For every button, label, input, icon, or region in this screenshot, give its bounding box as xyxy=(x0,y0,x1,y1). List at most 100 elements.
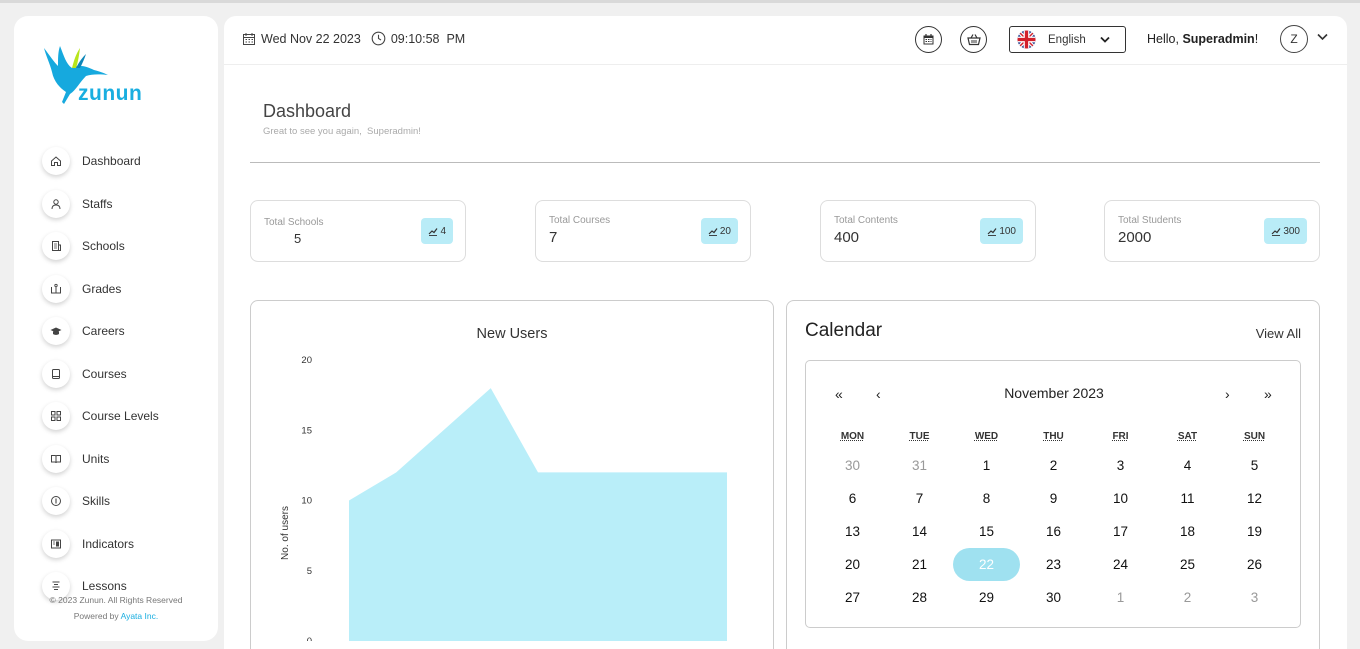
trend-up-icon xyxy=(1271,227,1281,236)
grid-icon xyxy=(42,402,70,431)
user-icon xyxy=(42,189,70,218)
calendar-day[interactable]: 26 xyxy=(1221,548,1288,581)
calendar-day[interactable]: 1 xyxy=(953,449,1020,482)
stat-badge-value: 300 xyxy=(1283,225,1300,237)
calendar-day[interactable]: 11 xyxy=(1154,482,1221,515)
stat-label: Total Courses xyxy=(549,215,611,226)
calendar-day[interactable]: 3 xyxy=(1087,449,1154,482)
clock-icon xyxy=(371,31,386,46)
stat-value: 400 xyxy=(834,229,860,246)
basket-button[interactable] xyxy=(960,26,987,53)
calendar-day[interactable]: 2 xyxy=(1020,449,1087,482)
stat-badge: 300 xyxy=(1264,218,1307,244)
calendar-day[interactable]: 24 xyxy=(1087,548,1154,581)
powered-by: Powered by Ayata Inc. xyxy=(14,608,218,624)
chevron-down-icon[interactable] xyxy=(1317,33,1328,41)
sidebar-item-grades[interactable]: Grades xyxy=(42,268,212,311)
sidebar-item-label: Staffs xyxy=(82,196,113,211)
sidebar-item-label: Courses xyxy=(82,366,127,381)
new-users-chart-card: New Users No. of users 05101520 xyxy=(250,300,774,649)
graduation-cap-icon xyxy=(42,317,70,346)
calendar-day[interactable]: 8 xyxy=(953,482,1020,515)
calendar-day[interactable]: 2 xyxy=(1154,581,1221,614)
calendar-day-selected[interactable]: 22 xyxy=(953,548,1020,581)
calendar-day[interactable]: 20 xyxy=(819,548,886,581)
calendar-day[interactable]: 30 xyxy=(819,449,886,482)
chart-area-series xyxy=(349,388,727,641)
sidebar-item-courses[interactable]: Courses xyxy=(42,353,212,396)
calendar-day[interactable]: 7 xyxy=(886,482,953,515)
calendar-day[interactable]: 14 xyxy=(886,515,953,548)
calendar-button[interactable] xyxy=(915,26,942,53)
chart-y-tick-label: 0 xyxy=(307,636,312,641)
calendar-day[interactable]: 5 xyxy=(1221,449,1288,482)
trend-up-icon xyxy=(987,227,997,236)
copyright-text: © 2023 Zunun. All Rights Reserved xyxy=(49,595,183,605)
calendar-day[interactable]: 6 xyxy=(819,482,886,515)
sidebar-item-label: Schools xyxy=(82,239,125,254)
sidebar-item-dashboard[interactable]: Dashboard xyxy=(42,140,212,183)
calendar-day[interactable]: 28 xyxy=(886,581,953,614)
stat-badge-value: 100 xyxy=(999,225,1016,237)
divider xyxy=(250,162,1320,163)
weekday-header: SAT xyxy=(1177,431,1198,442)
calendar-day[interactable]: 18 xyxy=(1154,515,1221,548)
greeting-text: Hello, xyxy=(1147,32,1179,46)
calendar-day[interactable]: 29 xyxy=(953,581,1020,614)
sidebar-item-units[interactable]: Units xyxy=(42,438,212,481)
stat-value: 2000 xyxy=(1118,229,1152,246)
sidebar-item-skills[interactable]: Skills xyxy=(42,480,212,523)
calendar-day[interactable]: 23 xyxy=(1020,548,1087,581)
sidebar-item-label: Careers xyxy=(82,324,125,339)
brand-logo[interactable]: zunun xyxy=(42,42,162,110)
book-icon xyxy=(42,359,70,388)
calendar-day[interactable]: 25 xyxy=(1154,548,1221,581)
calendar-day[interactable]: 30 xyxy=(1020,581,1087,614)
new-users-chart: No. of users 0 5 10 15 20 xyxy=(280,355,727,641)
calendar-day[interactable]: 19 xyxy=(1221,515,1288,548)
sidebar-item-course-levels[interactable]: Course Levels xyxy=(42,395,212,438)
sidebar-nav: Dashboard Staffs Schools Grades Careers xyxy=(42,140,212,608)
sidebar-item-staffs[interactable]: Staffs xyxy=(42,183,212,226)
sidebar-item-careers[interactable]: Careers xyxy=(42,310,212,353)
info-icon xyxy=(42,487,70,516)
sidebar-item-label: Indicators xyxy=(82,536,135,551)
sidebar-item-label: Skills xyxy=(82,494,111,509)
next-month-button[interactable]: › xyxy=(1225,386,1230,402)
calendar-day[interactable]: 27 xyxy=(819,581,886,614)
trend-up-icon xyxy=(429,227,438,236)
sidebar-item-indicators[interactable]: Indicators xyxy=(42,523,212,566)
page-title: Dashboard xyxy=(263,101,352,121)
calendar-day[interactable]: 9 xyxy=(1020,482,1087,515)
calendar-day[interactable]: 21 xyxy=(886,548,953,581)
chart-y-tick-label: 5 xyxy=(307,566,312,577)
calendar-day[interactable]: 10 xyxy=(1087,482,1154,515)
avatar[interactable]: Z xyxy=(1280,25,1308,53)
stat-label: Total Schools xyxy=(264,217,324,228)
current-time: 09:10:58 PM xyxy=(390,31,466,46)
brand-name: zunun xyxy=(78,82,143,105)
stat-label: Total Students xyxy=(1118,215,1182,226)
sidebar-item-schools[interactable]: Schools xyxy=(42,225,212,268)
main-content: Wed Nov 22 2023 09:10:58 PM English Hell… xyxy=(224,16,1347,649)
weekday-header: FRI xyxy=(1112,431,1129,442)
weekday-header: SUN xyxy=(1243,431,1266,442)
view-all-link[interactable]: View All xyxy=(1256,326,1301,341)
calendar-day[interactable]: 3 xyxy=(1221,581,1288,614)
calendar-day[interactable]: 17 xyxy=(1087,515,1154,548)
calendar-day[interactable]: 13 xyxy=(819,515,886,548)
sidebar-item-label: Dashboard xyxy=(82,154,141,169)
next-year-button[interactable]: » xyxy=(1264,386,1272,402)
calendar-day[interactable]: 4 xyxy=(1154,449,1221,482)
powered-by-link[interactable]: Ayata Inc. xyxy=(121,611,159,621)
stat-card-schools: Total Schools 5 4 xyxy=(250,200,466,262)
calendar-day[interactable]: 12 xyxy=(1221,482,1288,515)
calendar-day[interactable]: 15 xyxy=(953,515,1020,548)
calendar-day[interactable]: 16 xyxy=(1020,515,1087,548)
language-select[interactable]: English xyxy=(1009,26,1126,53)
sidebar-item-label: Grades xyxy=(82,281,122,296)
calendar-day[interactable]: 31 xyxy=(886,449,953,482)
calendar-day[interactable]: 1 xyxy=(1087,581,1154,614)
book-open-icon xyxy=(42,274,70,303)
weekday-header: WED xyxy=(974,431,999,442)
